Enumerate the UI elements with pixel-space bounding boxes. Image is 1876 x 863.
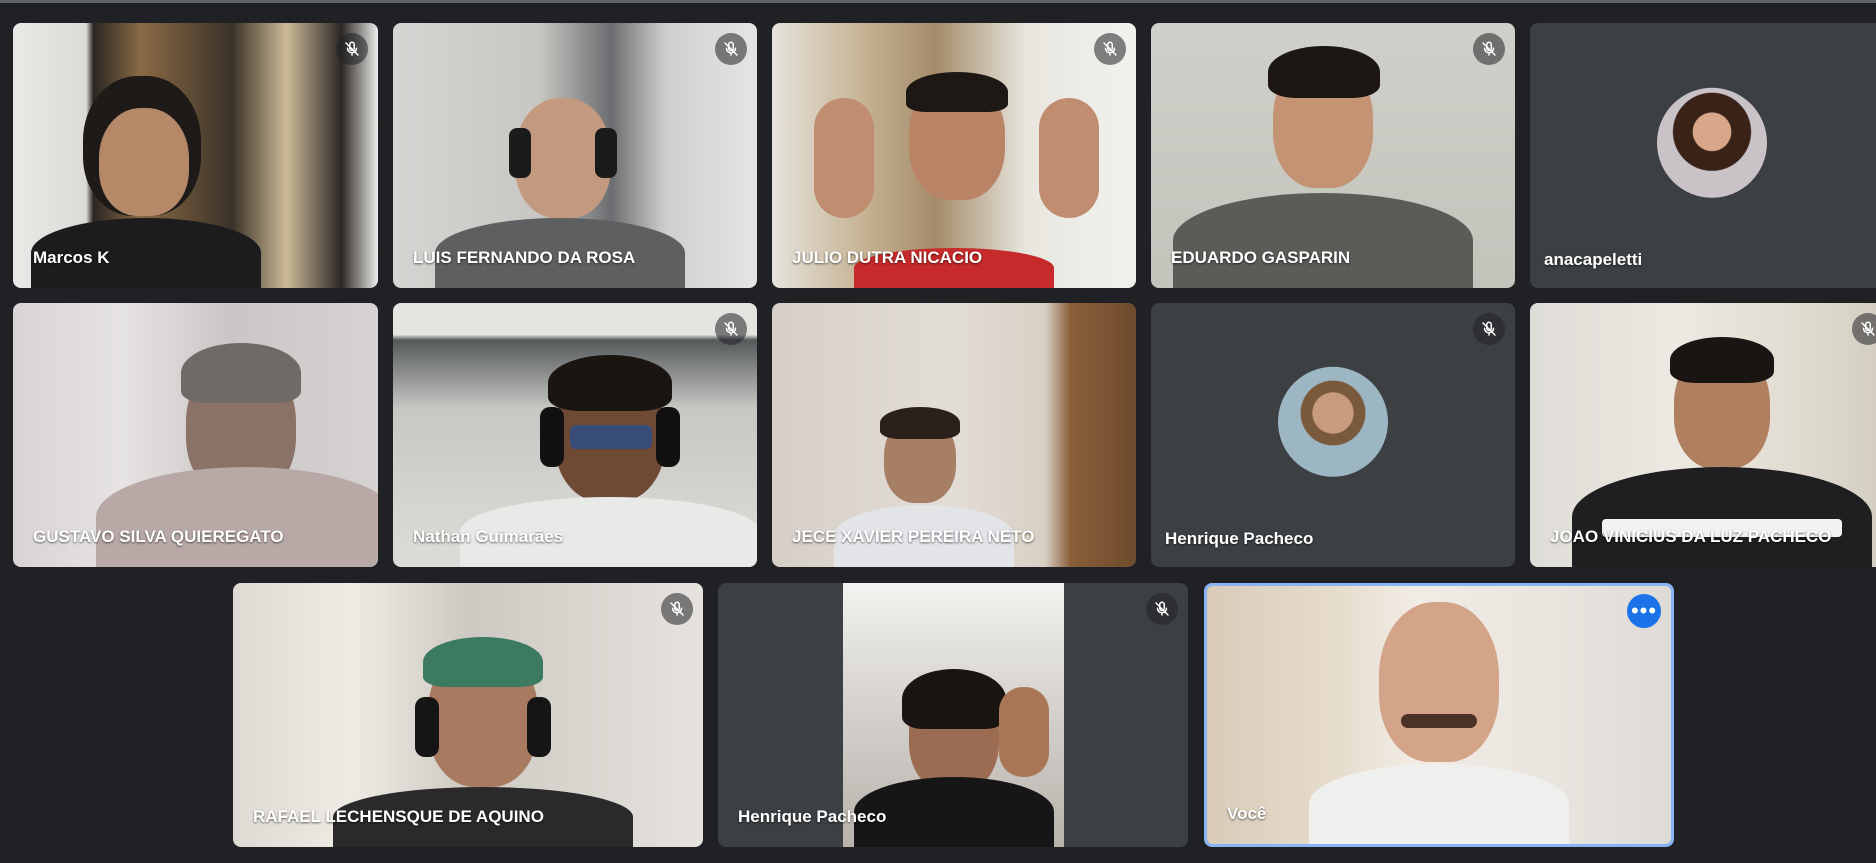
window-top-strip: [0, 0, 1876, 3]
mic-off-icon: [1852, 313, 1876, 345]
avatar: [1278, 366, 1388, 477]
participant-tile-julio-dutra[interactable]: JULIO DUTRA NICACIO: [772, 23, 1136, 288]
participant-tile-marcos-k[interactable]: Marcos K: [13, 23, 378, 288]
participant-tile-eduardo-gasparin[interactable]: EDUARDO GASPARIN: [1151, 23, 1515, 288]
participant-name: GUSTAVO SILVA QUIEREGATO: [33, 527, 284, 546]
participant-tile-jece-xavier[interactable]: JECE XAVIER PEREIRA NETO: [772, 303, 1136, 567]
mic-off-icon: [336, 33, 368, 65]
mic-off-icon: [715, 313, 747, 345]
participant-name: JULIO DUTRA NICACIO: [792, 248, 983, 267]
participant-name: Você: [1227, 804, 1267, 823]
participant-name: LUIS FERNANDO DA ROSA: [413, 248, 636, 267]
mic-off-icon: [661, 593, 693, 625]
participant-name: EDUARDO GASPARIN: [1171, 248, 1351, 267]
participant-tile-nathan-guimaraes[interactable]: Nathan Guimarães: [393, 303, 757, 567]
mic-off-icon: [1146, 593, 1178, 625]
participant-video: [1207, 586, 1671, 844]
participant-tile-anacapeletti[interactable]: anacapeletti: [1530, 23, 1876, 288]
mic-off-icon: [1473, 313, 1505, 345]
participant-tile-joao-vinicius[interactable]: JOAO VINICIUS DA LUZ PACHECO: [1530, 303, 1876, 567]
participant-tile-henrique-pacheco-video[interactable]: Henrique Pacheco: [718, 583, 1188, 847]
participant-tile-self[interactable]: ••• Você: [1204, 583, 1674, 847]
participant-name: Nathan Guimarães: [413, 527, 564, 546]
participant-name: anacapeletti: [1544, 250, 1643, 269]
participant-name: JECE XAVIER PEREIRA NETO: [792, 527, 1035, 546]
participant-tile-henrique-pacheco-avatar[interactable]: Henrique Pacheco: [1151, 303, 1515, 567]
avatar: [1657, 87, 1767, 198]
participant-name: Marcos K: [33, 248, 110, 267]
participant-name: JOAO VINICIUS DA LUZ PACHECO: [1550, 527, 1832, 546]
mic-off-icon: [1473, 33, 1505, 65]
participant-tile-rafael-lechensque[interactable]: RAFAEL LECHENSQUE DE AQUINO: [233, 583, 703, 847]
participant-name: Henrique Pacheco: [738, 807, 887, 826]
more-options-icon[interactable]: •••: [1627, 594, 1661, 628]
mic-off-icon: [1094, 33, 1126, 65]
participant-name: RAFAEL LECHENSQUE DE AQUINO: [253, 807, 544, 826]
participant-name: Henrique Pacheco: [1165, 529, 1314, 548]
mic-off-icon: [715, 33, 747, 65]
participant-tile-luis-fernando[interactable]: LUIS FERNANDO DA ROSA: [393, 23, 757, 288]
participant-tile-gustavo-silva[interactable]: GUSTAVO SILVA QUIEREGATO: [13, 303, 378, 567]
